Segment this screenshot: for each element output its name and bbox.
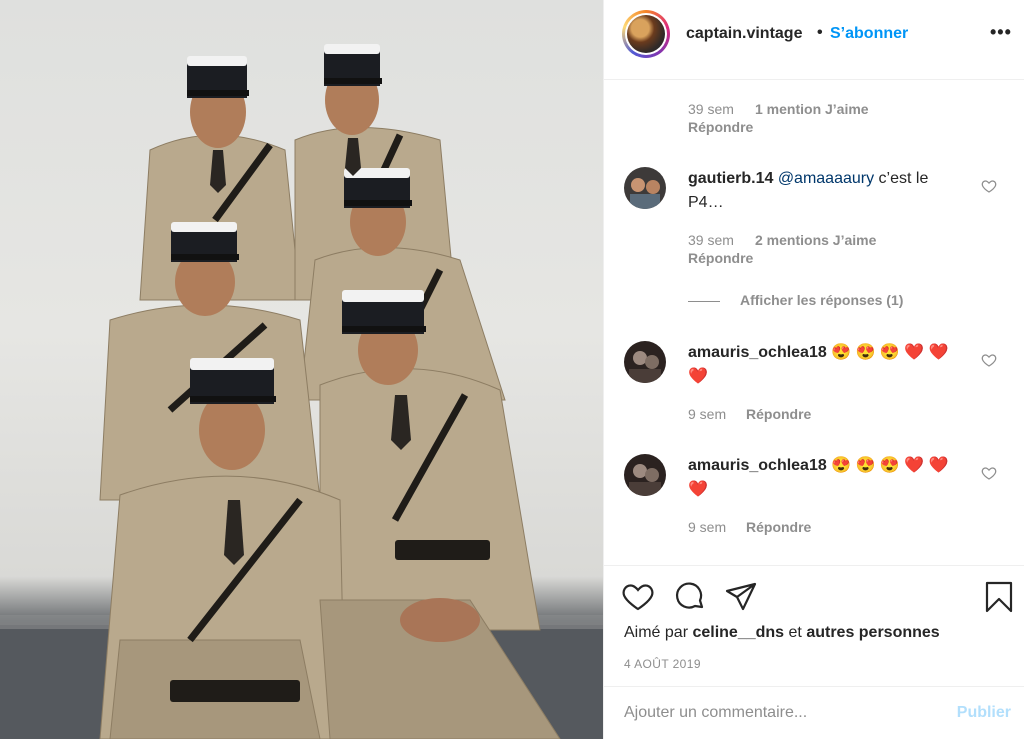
author-avatar[interactable] [622, 10, 670, 58]
comment-body-continued: ❤️ [688, 368, 708, 385]
comment-time: 39 sem [688, 232, 734, 248]
comment-body: c’est le [874, 170, 929, 187]
reply-button[interactable]: Répondre [746, 406, 811, 422]
view-replies-button[interactable]: Afficher les réponses (1) [688, 292, 948, 312]
comment-username[interactable]: amauris_ochlea18 [688, 344, 827, 361]
comment-text: amauris_ochlea18 😍 😍 😍 ❤️ ❤️ ❤️ [688, 341, 978, 389]
post-actions: Aimé par celine__dns et autres personnes… [604, 565, 1024, 685]
view-replies-label: Afficher les réponses (1) [740, 292, 904, 308]
share-icon[interactable] [724, 580, 758, 614]
more-options-icon[interactable]: ••• [990, 22, 1012, 43]
follow-button[interactable]: S’abonner [830, 25, 908, 43]
comment-mention[interactable]: @amaaaaury [778, 170, 874, 187]
post-photo[interactable] [0, 0, 603, 739]
instagram-post: captain.vintage • S’abonner ••• 39 sem 1… [0, 0, 1024, 739]
comment-time: 9 sem [688, 519, 727, 535]
reply-button[interactable]: Répondre [688, 250, 753, 266]
reply-button[interactable]: Répondre [688, 119, 753, 135]
post-date[interactable]: 4 AOÛT 2019 [624, 657, 701, 671]
comment-body-continued: ❤️ [688, 481, 708, 498]
comment-time: 9 sem [688, 406, 727, 422]
likes-summary: Aimé par celine__dns et autres personnes [624, 624, 940, 642]
commenter-avatar-image [624, 167, 666, 209]
header-separator: • [817, 24, 823, 41]
author-avatar-image [627, 15, 665, 53]
comment-like-heart-icon[interactable] [981, 178, 997, 194]
replies-divider-line [688, 301, 720, 302]
comment-likes[interactable]: 2 mentions J’aime [755, 232, 876, 248]
comment-username[interactable]: amauris_ochlea18 [688, 457, 827, 474]
comment-like-heart-icon[interactable] [981, 465, 997, 481]
commenter-avatar[interactable] [624, 167, 666, 209]
comment-likes[interactable]: 1 mention J’aime [755, 101, 869, 117]
likes-conjunction: et [784, 624, 807, 641]
reply-button[interactable]: Répondre [746, 519, 811, 535]
publish-button[interactable]: Publier [957, 704, 1011, 722]
author-username[interactable]: captain.vintage [686, 25, 802, 43]
comment-icon[interactable] [673, 580, 707, 614]
commenter-avatar-image [624, 341, 666, 383]
other-likers-link[interactable]: autres personnes [806, 624, 939, 641]
post-header: captain.vintage • S’abonner ••• [604, 0, 1024, 80]
liker-username[interactable]: celine__dns [692, 624, 784, 641]
comment-username[interactable]: gautierb.14 [688, 170, 773, 187]
add-comment-bar: Publier [604, 686, 1024, 739]
comment-body-continued: P4… [688, 194, 724, 211]
comment-text: amauris_ochlea18 😍 😍 😍 ❤️ ❤️ ❤️ [688, 454, 978, 502]
bookmark-icon[interactable] [982, 580, 1016, 614]
comment-time: 39 sem [688, 101, 734, 117]
comment-like-heart-icon[interactable] [981, 352, 997, 368]
comment-body: 😍 😍 😍 ❤️ ❤️ [826, 344, 949, 361]
heart-icon[interactable] [621, 580, 655, 614]
add-comment-input[interactable] [624, 701, 944, 725]
commenter-avatar[interactable] [624, 454, 666, 496]
comment-body: 😍 😍 😍 ❤️ ❤️ [826, 457, 949, 474]
comments-list: 39 sem 1 mention J’aime Répondre gautier… [604, 81, 1024, 565]
likes-prefix: Aimé par [624, 624, 693, 641]
commenter-avatar[interactable] [624, 341, 666, 383]
gendarmes-group-photo [0, 44, 603, 739]
post-side-panel: captain.vintage • S’abonner ••• 39 sem 1… [603, 0, 1024, 739]
comment-text: gautierb.14 @amaaaaury c’est le P4… [688, 167, 968, 215]
commenter-avatar-image [624, 454, 666, 496]
